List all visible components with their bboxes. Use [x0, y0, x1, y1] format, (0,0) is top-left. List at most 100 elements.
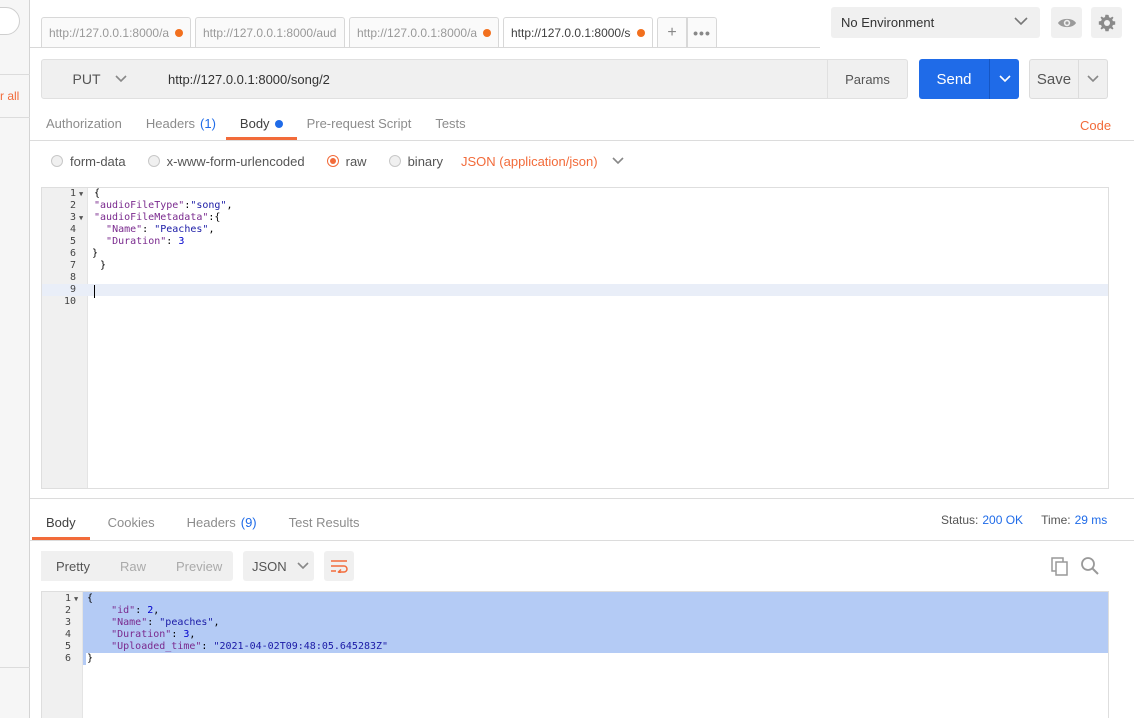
send-button[interactable]: Send — [919, 59, 989, 99]
tab-url: http://127.0.0.1:8000/audio — [49, 25, 169, 40]
response-tab-test-results[interactable]: Test Results — [289, 508, 360, 540]
request-tab[interactable]: http://127.0.0.1:8000/audiofile — [195, 17, 345, 47]
method-select[interactable]: PUT — [41, 59, 158, 99]
content-type-select[interactable]: JSON (application/json) — [461, 154, 624, 169]
headers-count: (1) — [200, 116, 216, 131]
code-line: 2 "id": 2, — [42, 605, 1108, 617]
save-button[interactable]: Save — [1029, 59, 1079, 99]
code-line: 4 "Duration": 3, — [42, 629, 1108, 641]
chevron-down-icon — [611, 157, 624, 165]
line-number: 2 — [69, 200, 76, 211]
section-divider — [30, 140, 1134, 141]
tab-body[interactable]: Body — [225, 108, 297, 140]
unsaved-dot-icon — [483, 28, 491, 37]
request-tab-active[interactable]: http://127.0.0.1:8000/song — [503, 17, 653, 47]
radio-button-selected[interactable] — [326, 155, 339, 167]
line-number: 6 — [64, 653, 71, 664]
line-number: 7 — [69, 260, 76, 271]
response-tab-headers[interactable]: Headers (9) — [187, 508, 257, 540]
chevron-down-icon — [1014, 17, 1028, 26]
tab-pre-request-script[interactable]: Pre-request Script — [307, 108, 412, 140]
time-value[interactable]: 29 ms — [1075, 513, 1108, 527]
request-tab[interactable]: http://127.0.0.1:8000/audio — [349, 17, 499, 47]
pretty-button[interactable]: Pretty — [41, 551, 105, 581]
code-text: "Name": "peaches", — [111, 617, 220, 628]
response-body-viewer[interactable]: 1 ▼ { 2 "id": 2, 3 "Name": "peaches", 4 "D… — [41, 591, 1109, 718]
language-label: JSON — [252, 558, 287, 574]
fold-arrow-icon[interactable]: ▼ — [79, 212, 83, 224]
environment-quick-look-button[interactable] — [1051, 7, 1082, 38]
response-tab-cookies[interactable]: Cookies — [108, 508, 155, 540]
radio-form-data[interactable]: form-data — [51, 154, 126, 169]
code-line: 5 "Duration": 3 — [42, 236, 1108, 248]
response-meta: Status: 200 OK Time: 29 ms — [941, 513, 1107, 527]
generate-code-link[interactable]: Code — [1080, 118, 1111, 133]
code-text: "Name": "Peaches", — [106, 224, 215, 235]
response-tab-body[interactable]: Body — [32, 508, 90, 540]
fold-arrow-icon[interactable]: ▼ — [74, 593, 78, 605]
radio-raw[interactable]: raw — [326, 153, 367, 169]
copy-button[interactable] — [1050, 556, 1070, 579]
tab-tests[interactable]: Tests — [435, 108, 465, 140]
radio-button[interactable] — [388, 155, 401, 167]
radio-binary[interactable]: binary — [388, 154, 443, 169]
tab-label: Headers — [145, 116, 196, 131]
time-label: Time: — [1041, 513, 1071, 527]
new-tab-button[interactable]: + — [657, 17, 687, 47]
code-line: 3 ▼ "audioFileMetadata":{ — [42, 212, 1108, 224]
send-options-button[interactable] — [989, 59, 1019, 99]
code-line: 6} — [42, 248, 1108, 260]
fold-arrow-icon[interactable]: ▼ — [79, 188, 83, 200]
url-input[interactable] — [157, 59, 828, 99]
sidebar-divider — [0, 667, 30, 668]
environment-label: No Environment — [841, 15, 935, 30]
radio-button[interactable] — [51, 155, 63, 167]
line-number: 5 — [69, 236, 76, 247]
radio-label: raw — [345, 153, 367, 169]
request-tab[interactable]: http://127.0.0.1:8000/audio — [41, 17, 191, 47]
save-options-button[interactable] — [1078, 59, 1108, 99]
radio-button[interactable] — [147, 155, 160, 167]
tab-headers[interactable]: Headers (1) — [146, 108, 216, 140]
environment-select[interactable]: No Environment — [831, 7, 1040, 38]
eye-icon — [1057, 18, 1076, 27]
status-value[interactable]: 200 OK — [982, 513, 1023, 527]
raw-button[interactable]: Raw — [105, 551, 161, 581]
code-text: } — [87, 653, 94, 664]
line-number: 3 — [69, 212, 76, 223]
tab-label: Tests — [435, 116, 466, 131]
params-button[interactable]: Params — [827, 59, 908, 99]
radio-label: x-www-form-urlencoded — [166, 153, 305, 169]
copy-icon — [1051, 557, 1068, 576]
code-text: "Uploaded_time": "2021-04-02T09:48:05.64… — [111, 641, 389, 652]
radio-label: form-data — [70, 153, 126, 169]
more-tabs-button[interactable]: ••• — [687, 17, 717, 47]
code-text: } — [92, 248, 99, 259]
radio-urlencoded[interactable]: x-www-form-urlencoded — [147, 153, 305, 169]
json-value: 2021-04-02T09:48:05.645283Z — [219, 641, 383, 652]
sidebar-divider — [0, 117, 30, 118]
code-line: 4 "Name": "Peaches", — [42, 224, 1108, 236]
chevron-down-icon — [998, 75, 1011, 83]
tab-authorization[interactable]: Authorization — [46, 108, 122, 140]
code-text: "id": 2, — [111, 605, 160, 616]
search-button[interactable] — [1080, 556, 1100, 579]
status-label: Status: — [941, 513, 979, 527]
json-value: Peaches — [160, 224, 203, 235]
json-value: 2 — [147, 605, 154, 616]
tab-url: http://127.0.0.1:8000/audiofile — [203, 25, 337, 40]
manage-environments-button[interactable] — [1091, 7, 1122, 38]
gear-icon — [1098, 14, 1115, 31]
preview-button[interactable]: Preview — [161, 551, 237, 581]
response-language-select[interactable]: JSON — [243, 551, 314, 581]
request-tab-bar: http://127.0.0.1:8000/audio http://127.0… — [41, 17, 717, 47]
code-line-active: 9 — [42, 284, 1108, 296]
chevron-down-icon — [1087, 75, 1099, 83]
wrap-lines-button[interactable] — [324, 551, 354, 581]
line-number: 8 — [69, 272, 76, 283]
tab-bar-divider — [30, 47, 820, 48]
line-number: 1 — [64, 593, 71, 604]
clear-all-link[interactable]: r all — [0, 89, 19, 103]
sidebar-search-field[interactable] — [0, 7, 20, 35]
request-body-editor[interactable]: 1 ▼{ 2 "audioFileType":"song", 3 ▼ "audioFil… — [41, 187, 1109, 489]
